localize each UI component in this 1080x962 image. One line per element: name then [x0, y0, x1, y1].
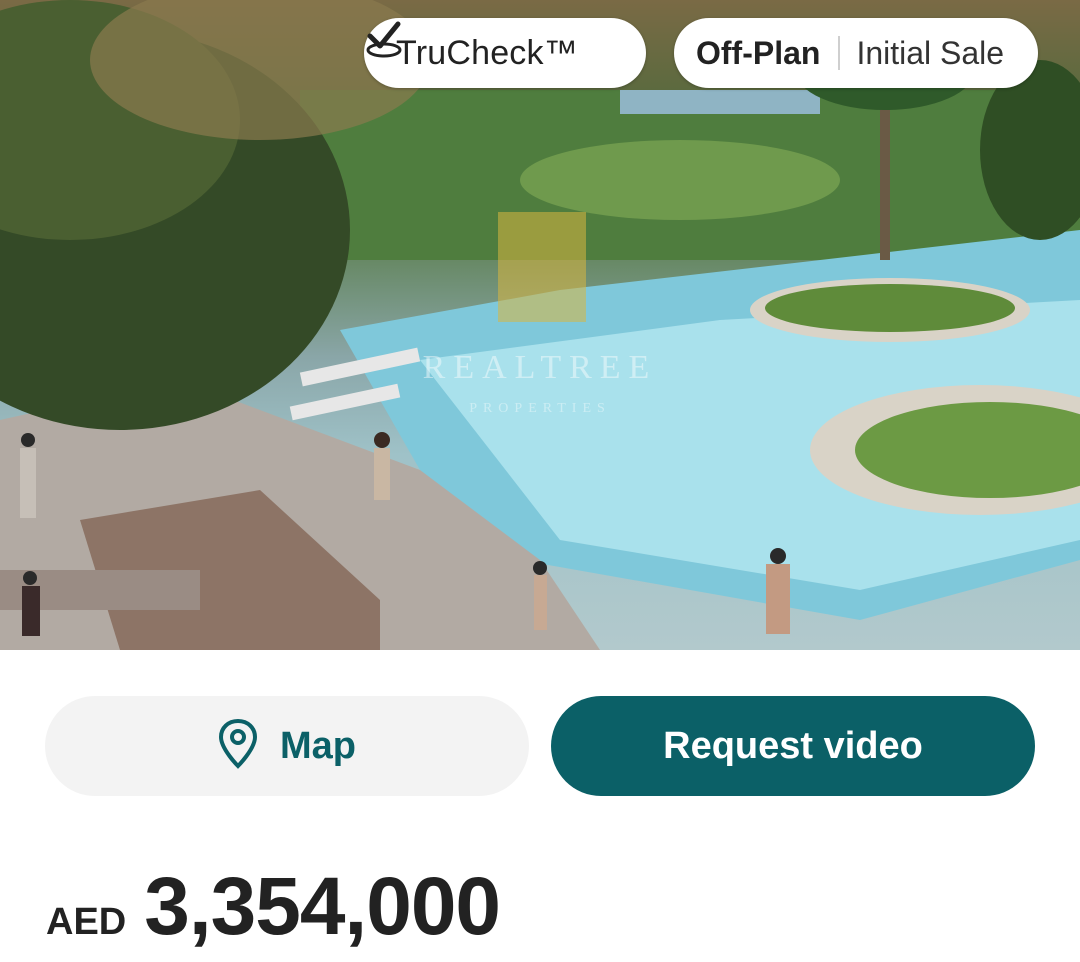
status-divider: [838, 36, 841, 70]
status-badge: Off-Plan Initial Sale: [674, 18, 1038, 88]
map-pin-icon: [218, 718, 258, 775]
listing-photo[interactable]: REALTREE PROPERTIES TruCheck™ Off-Plan I…: [0, 0, 1080, 650]
map-button-label: Map: [280, 724, 356, 767]
request-video-label: Request video: [663, 724, 923, 767]
photo-illustration: REALTREE PROPERTIES: [0, 0, 1080, 650]
status-primary: Off-Plan: [696, 34, 821, 71]
map-button[interactable]: Map: [45, 696, 529, 796]
price-amount: 3,354,000: [144, 861, 501, 952]
price-currency: AED: [46, 901, 127, 943]
watermark-brand: REALTREE: [423, 349, 658, 386]
status-secondary: Initial Sale: [856, 34, 1005, 71]
watermark-sub: PROPERTIES: [469, 401, 611, 416]
trucheck-badge[interactable]: TruCheck™: [364, 18, 646, 88]
request-video-button[interactable]: Request video: [551, 696, 1035, 796]
trucheck-label: TruCheck™: [396, 33, 578, 72]
price: AED 3,354,000: [46, 860, 501, 954]
